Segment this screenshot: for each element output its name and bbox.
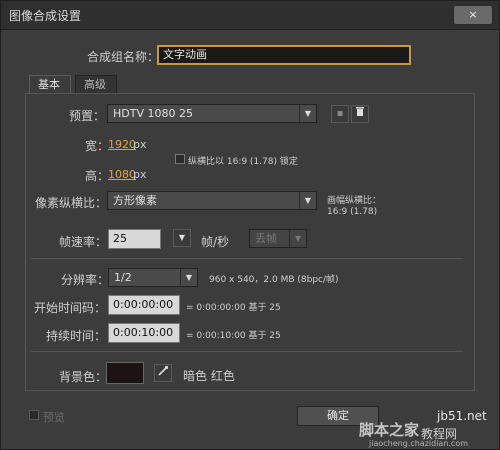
eyedropper-icon[interactable] — [154, 364, 172, 382]
trash-glyph — [356, 107, 364, 116]
close-button[interactable]: × — [453, 5, 493, 25]
frame-rate-unit: 帧/秒 — [201, 235, 230, 249]
duration-label: 持续时间： — [46, 329, 107, 343]
preset-label: 预置： — [69, 109, 106, 123]
resolution-info: 960 x 540，2.0 MB (8bpc/帧) — [209, 275, 339, 285]
divider — [31, 351, 463, 352]
frame-rate-input[interactable]: 25 — [108, 229, 161, 249]
aspect-lock-label: 纵横比以 16:9 (1.78) 锁定 — [188, 157, 298, 167]
composition-settings-dialog: 图像合成设置 × 合成组名称： 文字动画 基本 高级 预置： HDTV 1080… — [0, 0, 500, 450]
height-unit: px — [133, 168, 147, 181]
chevron-down-icon: ▼ — [299, 105, 316, 122]
window-title: 图像合成设置 — [9, 9, 82, 23]
tab-advanced[interactable]: 高级 — [75, 75, 117, 93]
save-preset-icon[interactable]: ▪ — [331, 105, 349, 123]
duration-info: = 0:00:10:00 基于 25 — [186, 331, 281, 341]
background-color-name: 暗色 红色 — [183, 369, 235, 383]
start-timecode-label: 开始时间码： — [34, 301, 107, 315]
resolution-label: 分辨率： — [61, 273, 110, 287]
comp-name-input[interactable]: 文字动画 — [157, 45, 411, 65]
dropframe-value: 丢帧 — [255, 232, 277, 245]
width-value[interactable]: 1920 — [108, 138, 136, 151]
comp-name-label: 合成组名称： — [87, 50, 160, 64]
frame-rate-dropdown-icon[interactable]: ▼ — [173, 229, 191, 247]
chevron-down-icon: ▼ — [299, 192, 316, 209]
preset-value: HDTV 1080 25 — [113, 107, 193, 120]
watermark-brand: 脚本之家 — [359, 421, 420, 439]
preview-label: 预览 — [43, 411, 65, 424]
eyedropper-glyph — [158, 365, 169, 376]
frame-aspect-value: 16:9 (1.78) — [327, 207, 378, 217]
background-label: 背景色： — [59, 370, 108, 384]
start-timecode-input[interactable]: 0:00:00:00 — [108, 295, 180, 315]
watermark: jb51.net 脚本之家 教程网 jiaocheng.chazidian.co… — [357, 379, 497, 449]
aspect-lock-checkbox[interactable] — [175, 154, 185, 164]
watermark-url: jiaocheng.chazidian.com — [369, 439, 469, 448]
background-color-swatch[interactable] — [106, 362, 144, 384]
frame-aspect-label: 画幅纵横比： — [327, 196, 382, 206]
resolution-value: 1/2 — [114, 271, 132, 284]
trash-icon[interactable] — [351, 105, 369, 123]
pixel-aspect-label: 像素纵横比： — [35, 196, 108, 210]
height-value[interactable]: 1080 — [108, 168, 136, 181]
watermark-site: jb51.net — [437, 409, 487, 423]
resolution-dropdown[interactable]: 1/2 ▼ — [108, 268, 198, 287]
chevron-down-icon: ▼ — [180, 269, 197, 286]
chevron-down-icon: ▼ — [289, 230, 306, 247]
duration-input[interactable]: 0:00:10:00 — [108, 323, 180, 343]
dropframe-dropdown: 丢帧 ▼ — [249, 229, 307, 248]
pixel-aspect-dropdown[interactable]: 方形像素 ▼ — [107, 191, 317, 210]
title-bar: 图像合成设置 × — [1, 1, 499, 30]
height-label: 高： — [85, 169, 110, 183]
width-label: 宽： — [85, 139, 110, 153]
tab-basic[interactable]: 基本 — [29, 75, 71, 93]
preview-checkbox[interactable] — [29, 410, 39, 420]
divider — [31, 258, 463, 259]
width-unit: px — [133, 138, 147, 151]
pixel-aspect-value: 方形像素 — [113, 194, 157, 207]
start-timecode-info: = 0:00:00:00 基于 25 — [186, 303, 281, 313]
frame-rate-label: 帧速率： — [59, 235, 108, 249]
preset-dropdown[interactable]: HDTV 1080 25 ▼ — [107, 104, 317, 123]
